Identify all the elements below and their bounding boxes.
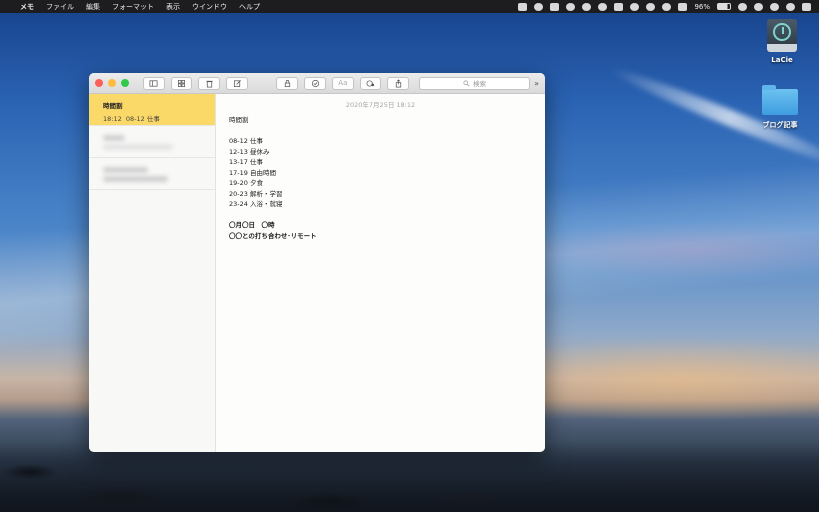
compose-icon bbox=[233, 79, 241, 87]
lock-icon bbox=[284, 79, 290, 87]
app-menu[interactable]: メモ bbox=[20, 2, 34, 12]
volume-icon[interactable] bbox=[678, 2, 688, 11]
spotlight-icon[interactable] bbox=[770, 2, 779, 11]
trash-icon bbox=[206, 80, 213, 87]
notes-window: Aa 検索 » 時間割 18:12 08-12 仕事 2020年7月25日 18… bbox=[89, 73, 545, 452]
lock-note-button[interactable] bbox=[276, 76, 299, 90]
blurred-text bbox=[103, 144, 173, 150]
note-line: 23-24 入浴・就寝 bbox=[229, 200, 283, 208]
bluetooth-icon[interactable] bbox=[646, 2, 656, 11]
note-line bbox=[229, 126, 532, 137]
toggle-sidebar-button[interactable] bbox=[143, 76, 165, 90]
status-app-icon[interactable] bbox=[566, 2, 576, 11]
note-line: 08-12 仕事 bbox=[229, 137, 263, 145]
note-line: 13-17 仕事 bbox=[229, 158, 263, 166]
window-toolbar: Aa 検索 » bbox=[89, 73, 545, 94]
desktop-icon-lacie[interactable]: LaCie bbox=[757, 19, 807, 64]
close-button[interactable] bbox=[95, 79, 103, 87]
share-button[interactable] bbox=[387, 76, 410, 90]
menu-bar: メモ ファイル 編集 フォーマット 表示 ウインドウ ヘルプ 96% bbox=[0, 0, 819, 13]
status-app-icon[interactable] bbox=[582, 2, 592, 11]
note-title: 時間割 bbox=[103, 102, 123, 110]
blurred-text bbox=[103, 167, 148, 173]
notes-list: 時間割 18:12 08-12 仕事 bbox=[89, 94, 216, 452]
status-app-icon[interactable] bbox=[738, 2, 747, 11]
search-placeholder: 検索 bbox=[473, 80, 487, 88]
add-people-button[interactable] bbox=[359, 76, 382, 90]
status-items: 96% bbox=[518, 2, 811, 11]
note-list-item[interactable]: 時間割 18:12 08-12 仕事 bbox=[89, 94, 215, 126]
note-preview: 08-12 仕事 bbox=[125, 115, 160, 123]
note-editor[interactable]: 2020年7月25日 18:12 時間割 08-12 仕事 12-13 昼休み … bbox=[216, 94, 545, 452]
note-line: 17-19 自由時間 bbox=[229, 168, 276, 177]
time-machine-icon[interactable] bbox=[630, 2, 640, 11]
menu-format[interactable]: フォーマット bbox=[112, 2, 154, 12]
app-menus: メモ ファイル 編集 フォーマット 表示 ウインドウ ヘルプ bbox=[20, 2, 260, 12]
menu-help[interactable]: ヘルプ bbox=[239, 2, 260, 12]
zoom-button[interactable] bbox=[121, 79, 129, 87]
desktop-icon-blog-folder[interactable]: ブログ記事 bbox=[755, 85, 805, 130]
battery-icon[interactable] bbox=[717, 3, 731, 10]
delete-note-button[interactable] bbox=[198, 76, 221, 90]
search-field[interactable]: 検索 bbox=[419, 76, 531, 90]
note-line: 〇〇との打ち合わせ･リモート bbox=[229, 231, 317, 240]
note-subtitle: 18:12 08-12 仕事 bbox=[103, 113, 201, 123]
status-app-icon[interactable] bbox=[518, 2, 528, 11]
minimize-button[interactable] bbox=[108, 79, 116, 87]
desktop-icon-label: LaCie bbox=[771, 56, 793, 64]
battery-percent: 96% bbox=[694, 2, 710, 11]
note-line: 19-20 夕食 bbox=[229, 179, 263, 187]
menu-window[interactable]: ウインドウ bbox=[192, 2, 227, 12]
toolbar-overflow-chevron-icon[interactable]: » bbox=[534, 79, 539, 88]
dropbox-icon[interactable] bbox=[550, 2, 560, 11]
gallery-view-button[interactable] bbox=[170, 76, 193, 90]
blurred-text bbox=[103, 135, 125, 141]
wifi-icon[interactable] bbox=[662, 2, 672, 11]
menu-file[interactable]: ファイル bbox=[46, 2, 74, 12]
desktop-icon-label: ブログ記事 bbox=[762, 121, 798, 129]
menu-view[interactable]: 表示 bbox=[166, 2, 180, 12]
search-icon bbox=[463, 79, 470, 87]
status-app-icon[interactable] bbox=[598, 2, 608, 11]
note-line bbox=[229, 210, 532, 221]
window-controls bbox=[95, 79, 129, 87]
sidebar-icon bbox=[149, 79, 158, 87]
status-app-icon[interactable] bbox=[754, 2, 763, 11]
note-line: 20-23 解析・学習 bbox=[229, 189, 283, 198]
creative-cloud-icon[interactable] bbox=[534, 2, 544, 11]
people-icon bbox=[366, 79, 375, 87]
note-date: 2020年7月25日 18:12 bbox=[345, 101, 416, 109]
share-icon bbox=[395, 78, 401, 87]
wallpaper-rocks bbox=[0, 442, 819, 512]
format-button[interactable]: Aa bbox=[331, 76, 354, 90]
time-machine-drive-icon bbox=[767, 19, 797, 52]
new-note-button[interactable] bbox=[226, 76, 248, 90]
grid-icon bbox=[178, 79, 186, 87]
blurred-text bbox=[103, 176, 168, 182]
checklist-button[interactable] bbox=[304, 76, 326, 90]
folder-icon bbox=[762, 85, 798, 115]
note-line: 12-13 昼休み bbox=[229, 147, 270, 156]
siri-icon[interactable] bbox=[786, 2, 795, 11]
note-line: 時間割 bbox=[229, 116, 249, 124]
display-icon[interactable] bbox=[614, 2, 624, 11]
menu-edit[interactable]: 編集 bbox=[86, 2, 100, 12]
note-content[interactable]: 時間割 08-12 仕事 12-13 昼休み 13-17 仕事 17-19 自由… bbox=[229, 115, 532, 241]
checkmark-circle-icon bbox=[311, 79, 319, 87]
notification-center-icon[interactable] bbox=[802, 2, 811, 11]
note-list-item[interactable] bbox=[89, 158, 215, 190]
note-list-item[interactable] bbox=[89, 126, 215, 158]
note-line: 〇月〇日 〇時 bbox=[229, 221, 275, 229]
note-time: 18:12 bbox=[103, 115, 122, 123]
notes-body: 時間割 18:12 08-12 仕事 2020年7月25日 18:12 時間割 … bbox=[89, 94, 545, 452]
